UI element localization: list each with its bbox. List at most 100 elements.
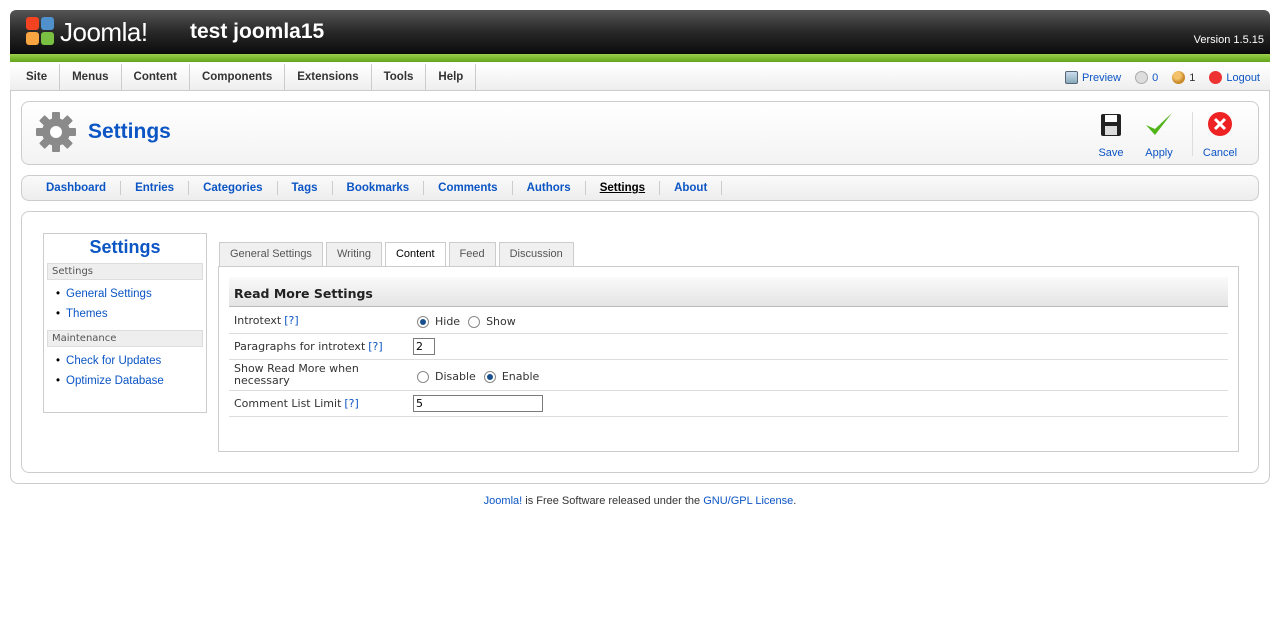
toolbar-divider: [1192, 112, 1193, 156]
tab-content[interactable]: Content: [384, 242, 446, 268]
preview-label[interactable]: Preview: [1082, 72, 1121, 84]
checkmark-icon: [1146, 113, 1172, 135]
comment-limit-row: Comment List Limit [?] 5: [229, 391, 1228, 417]
logout-label[interactable]: Logout: [1226, 72, 1260, 84]
comment-limit-label: Comment List Limit [?]: [234, 397, 359, 410]
submenu-bookmarks[interactable]: Bookmarks: [333, 181, 425, 195]
sidebar-section-settings: Settings: [47, 263, 203, 280]
content-settings-panel: Read More Settings Introtext [?] Hide Sho…: [218, 266, 1239, 452]
sidebar-maintenance-links: Check for UpdatesOptimize Database: [44, 347, 206, 397]
readmore-row: Show Read More when necessary Disable En…: [229, 360, 1228, 391]
preview-link[interactable]: Preview: [1064, 71, 1121, 84]
readmore-enable-radio[interactable]: [483, 370, 496, 383]
footer-joomla-link[interactable]: Joomla!: [484, 495, 523, 507]
sidebar-settings-links: General SettingsThemes: [44, 280, 206, 330]
sidebar-link-themes[interactable]: Themes: [56, 304, 206, 324]
introtext-hide-radio[interactable]: [417, 315, 429, 328]
help-link[interactable]: [?]: [368, 340, 382, 353]
save-label: Save: [1098, 147, 1124, 159]
menu-help[interactable]: Help: [426, 64, 477, 91]
comment-limit-input[interactable]: 5: [413, 395, 543, 412]
footer-license-link[interactable]: GNU/GPL License: [703, 495, 793, 507]
submenu-comments[interactable]: Comments: [424, 181, 513, 195]
menu-extensions[interactable]: Extensions: [285, 64, 372, 91]
apply-label: Apply: [1145, 147, 1173, 159]
submenu-tags[interactable]: Tags: [278, 181, 333, 195]
submenu-categories[interactable]: Categories: [189, 181, 278, 195]
cancel-button[interactable]: Cancel: [1198, 110, 1242, 160]
version-label: Version 1.5.15: [1193, 34, 1264, 46]
settings-sidebar: Settings Settings General SettingsThemes…: [43, 233, 207, 413]
logout-icon: [1209, 71, 1223, 84]
toolbar: Settings Save Apply Cancel: [21, 101, 1259, 165]
status-bar: Preview 0 1 Logout: [1064, 64, 1260, 91]
submenu-dashboard[interactable]: Dashboard: [32, 181, 122, 195]
readmore-radio-group: Disable Enable: [413, 370, 539, 383]
tab-feed[interactable]: Feed: [448, 242, 496, 266]
tab-general-settings[interactable]: General Settings: [219, 242, 323, 266]
tab-writing[interactable]: Writing: [325, 242, 382, 266]
footer-end: .: [793, 495, 797, 507]
cancel-label: Cancel: [1202, 147, 1238, 159]
comment-limit-control: 5: [413, 395, 543, 412]
readmore-disable-label: Disable: [435, 370, 476, 383]
help-link[interactable]: [?]: [284, 314, 298, 327]
message-icon: [1135, 71, 1149, 84]
sidebar-title: Settings: [89, 237, 161, 257]
sidebar-section-maintenance: Maintenance: [47, 330, 203, 347]
readmore-label: Show Read More when necessary: [234, 362, 359, 387]
readmore-enable-label: Enable: [501, 370, 540, 383]
paragraphs-control: 2: [413, 338, 435, 355]
apply-button[interactable]: Apply: [1137, 110, 1181, 160]
messages-link[interactable]: 0: [1135, 71, 1158, 84]
introtext-label: Introtext [?]: [234, 314, 299, 327]
panel-heading: Read More Settings: [229, 277, 1228, 307]
settings-gear-icon: [36, 112, 76, 152]
menu-content[interactable]: Content: [122, 64, 190, 91]
sidebar-link-optimize-database[interactable]: Optimize Database: [56, 371, 206, 391]
introtext-row: Introtext [?] Hide Show: [229, 308, 1228, 334]
users-count: 1: [1189, 71, 1196, 84]
messages-count[interactable]: 0: [1152, 72, 1158, 84]
paragraphs-label: Paragraphs for introtext [?]: [234, 340, 383, 353]
footer-text: is Free Software released under the: [522, 495, 704, 507]
introtext-radio-group: Hide Show: [413, 315, 516, 328]
sidebar-link-check-for-updates[interactable]: Check for Updates: [56, 351, 206, 371]
site-name: test joomla15: [190, 20, 325, 43]
preview-icon: [1064, 71, 1078, 84]
logo-wordmark: Joomla!: [60, 16, 148, 47]
settings-tabs: General Settings Writing Content Feed Discus…: [219, 242, 574, 268]
readmore-disable-radio[interactable]: [417, 370, 429, 383]
logout-link[interactable]: Logout: [1209, 71, 1260, 84]
joomla-logo-icon: [26, 17, 56, 47]
submenu-authors[interactable]: Authors: [513, 181, 586, 195]
submenu-entries[interactable]: Entries: [121, 181, 190, 195]
menu-tools[interactable]: Tools: [372, 64, 427, 91]
component-submenu: Dashboard Entries Categories Tags Bookmarks C…: [21, 175, 1259, 201]
paragraphs-input[interactable]: 2: [413, 338, 435, 355]
submenu-about[interactable]: About: [660, 181, 723, 195]
help-link[interactable]: [?]: [344, 397, 358, 410]
introtext-hide-label: Hide: [435, 315, 461, 328]
menu-menus[interactable]: Menus: [60, 64, 122, 91]
cancel-x-icon: [1208, 112, 1232, 136]
joomla-logo: Joomla!: [26, 16, 148, 48]
introtext-show-radio[interactable]: [468, 315, 481, 328]
page-title: Settings: [88, 120, 171, 143]
users-online: 1: [1172, 71, 1195, 84]
menu-components[interactable]: Components: [190, 64, 286, 91]
save-button[interactable]: Save: [1089, 110, 1133, 160]
footer: Joomla! is Free Software released under …: [0, 495, 1280, 507]
sidebar-link-general-settings[interactable]: General Settings: [56, 284, 206, 304]
main-content: Settings Settings General SettingsThemes…: [21, 211, 1259, 473]
tab-discussion[interactable]: Discussion: [498, 242, 574, 266]
introtext-show-label: Show: [486, 315, 516, 328]
paragraphs-row: Paragraphs for introtext [?] 2: [229, 334, 1228, 360]
menu-site[interactable]: Site: [14, 64, 61, 91]
admin-header: Joomla! test joomla15 Version 1.5.15: [10, 10, 1270, 62]
main-menu-bar: Site Menus Content Components Extensions Tool…: [10, 64, 1270, 91]
main-menu: Site Menus Content Components Extensions Tool…: [14, 64, 477, 91]
header-green-stripe: [10, 54, 1270, 62]
users-icon: [1172, 71, 1186, 84]
submenu-settings[interactable]: Settings: [586, 181, 661, 195]
